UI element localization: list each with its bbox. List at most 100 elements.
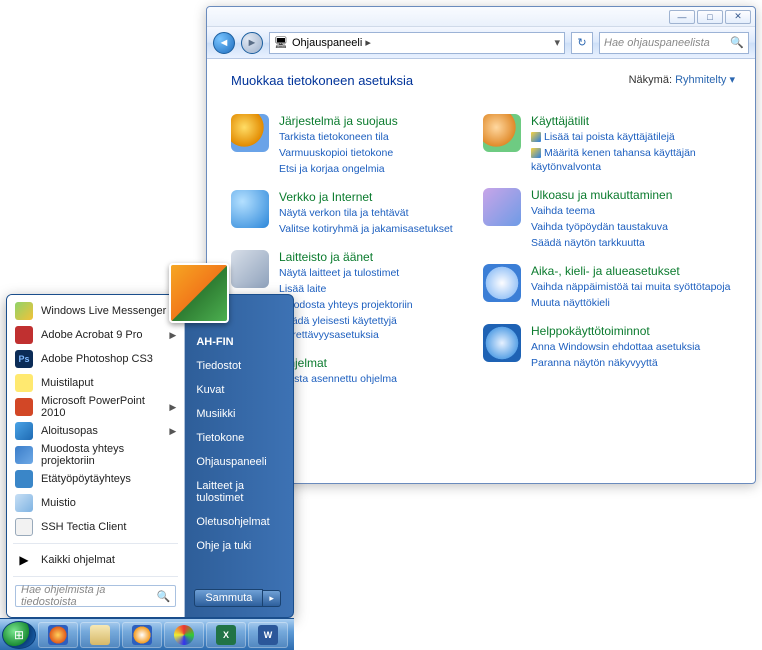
shutdown-button[interactable]: Sammuta: [194, 589, 263, 607]
start-item-label: SSH Tectia Client: [41, 521, 126, 533]
minimize-button[interactable]: —: [669, 10, 695, 24]
search-icon: 🔍: [157, 590, 171, 603]
start-search-box[interactable]: Hae ohjelmista ja tiedostoista🔍: [15, 585, 176, 607]
all-programs-icon: ▶: [15, 551, 33, 569]
cat-link[interactable]: Lisää laite: [279, 282, 483, 296]
start-right-pane: AH-FIN TiedostotKuvatMusiikkiTietokoneOh…: [184, 295, 293, 617]
cat-title[interactable]: Helppokäyttötoiminnot: [531, 324, 700, 338]
cat-users: Käyttäjätilit Lisää tai poista käyttäjät…: [483, 114, 735, 174]
breadcrumb[interactable]: 🖥 Ohjauspaneeli ▾: [269, 32, 565, 54]
cat-link[interactable]: Poista asennettu ohjelma: [279, 372, 397, 386]
forward-button[interactable]: ►: [241, 32, 263, 54]
taskbar: ⊞ X W: [0, 618, 294, 650]
taskbar-word[interactable]: W: [248, 622, 288, 648]
start-item[interactable]: Muodosta yhteys projektoriin: [7, 443, 184, 467]
appearance-icon: [483, 188, 521, 226]
start-left-pane: Windows Live Messenger Adobe Acrobat 9 Pr…: [7, 295, 184, 617]
taskbar-media-player[interactable]: [122, 622, 162, 648]
cat-link[interactable]: Lisää tai poista käyttäjätilejä: [531, 130, 735, 144]
cat-link[interactable]: Määritä kenen tahansa käyttäjän käytönva…: [531, 146, 735, 174]
cat-link[interactable]: Säädä näytön tarkkuutta: [531, 236, 672, 250]
start-right-link[interactable]: Kuvat: [194, 378, 283, 402]
view-selector: Näkymä: Ryhmitelty: [629, 73, 735, 86]
cat-link[interactable]: Varmuuskopioi tietokone: [279, 146, 398, 160]
view-mode-link[interactable]: Ryhmitelty: [675, 74, 735, 86]
cat-link[interactable]: Näytä verkon tila ja tehtävät: [279, 206, 453, 220]
all-programs-label: Kaikki ohjelmat: [41, 554, 115, 566]
cat-clock: Aika-, kieli- ja alueasetukset Vaihda nä…: [483, 264, 735, 310]
cat-link[interactable]: Muodosta yhteys projektoriin: [279, 298, 483, 312]
refresh-button[interactable]: ↻: [571, 32, 593, 54]
shutdown-more-button[interactable]: ▸: [263, 590, 281, 607]
start-item-label: Microsoft PowerPoint 2010: [41, 395, 161, 419]
back-button[interactable]: ◄: [213, 32, 235, 54]
cat-link[interactable]: Vaihda näppäimistöä tai muita syöttötapo…: [531, 280, 730, 294]
network-icon: [231, 190, 269, 228]
start-menu: Windows Live Messenger Adobe Acrobat 9 Pr…: [6, 294, 294, 618]
start-item[interactable]: Etätyöpöytäyhteys: [7, 467, 184, 491]
taskbar-paint[interactable]: [164, 622, 204, 648]
start-item[interactable]: Aloitusopas▶: [7, 419, 184, 443]
all-programs[interactable]: ▶ Kaikki ohjelmat: [7, 548, 184, 572]
shutdown-group: Sammuta ▸: [194, 587, 283, 609]
start-item-label: Muodosta yhteys projektoriin: [41, 443, 176, 467]
cat-title[interactable]: Järjestelmä ja suojaus: [279, 114, 398, 128]
cat-link[interactable]: Etsi ja korjaa ongelmia: [279, 162, 398, 176]
cat-link[interactable]: Tarkista tietokoneen tila: [279, 130, 398, 144]
acro-icon: [15, 326, 33, 344]
cat-network: Verkko ja Internet Näytä verkon tila ja …: [231, 190, 483, 236]
cat-link[interactable]: Näytä laitteet ja tulostimet: [279, 266, 483, 280]
breadcrumb-seg[interactable]: Ohjauspaneeli: [292, 36, 374, 49]
explorer-icon: [90, 625, 110, 645]
cat-title[interactable]: Verkko ja Internet: [279, 190, 453, 204]
cat-link[interactable]: Vaihda teema: [531, 204, 672, 218]
ppt-icon: [15, 398, 33, 416]
submenu-arrow-icon: ▶: [169, 402, 176, 413]
start-right-link[interactable]: Tiedostot: [194, 354, 283, 378]
cat-link[interactable]: Vaihda työpöydän taustakuva: [531, 220, 672, 234]
start-item[interactable]: Adobe Acrobat 9 Pro ▶: [7, 323, 184, 347]
start-item[interactable]: Microsoft PowerPoint 2010 ▶: [7, 395, 184, 419]
start-item[interactable]: Muistio: [7, 491, 184, 515]
taskbar-excel[interactable]: X: [206, 622, 246, 648]
cat-link[interactable]: Anna Windowsin ehdottaa asetuksia: [531, 340, 700, 354]
start-item-label: Muistio: [41, 497, 76, 509]
submenu-arrow-icon: ▶: [169, 330, 176, 341]
start-right-link[interactable]: Musiikki: [194, 402, 283, 426]
start-right-link[interactable]: Laitteet ja tulostimet: [194, 474, 283, 510]
shield-icon: [531, 132, 541, 142]
user-avatar[interactable]: [169, 263, 229, 323]
start-item[interactable]: Muistilaput: [7, 371, 184, 395]
control-panel-icon: 🖥: [274, 36, 288, 49]
cat-title[interactable]: Käyttäjätilit: [531, 114, 735, 128]
cat-title[interactable]: Laitteisto ja äänet: [279, 250, 483, 264]
start-item-label: Windows Live Messenger: [41, 305, 166, 317]
close-button[interactable]: ✕: [725, 10, 751, 24]
start-item[interactable]: PsAdobe Photoshop CS3: [7, 347, 184, 371]
cat-system-security: Järjestelmä ja suojaus Tarkista tietokon…: [231, 114, 483, 176]
cat-link[interactable]: Valitse kotiryhmä ja jakamisasetukset: [279, 222, 453, 236]
taskbar-firefox[interactable]: [38, 622, 78, 648]
taskbar-explorer[interactable]: [80, 622, 120, 648]
cat-title[interactable]: Aika-, kieli- ja alueasetukset: [531, 264, 730, 278]
user-name-link[interactable]: AH-FIN: [194, 330, 283, 354]
cat-link[interactable]: Paranna näytön näkyvyyttä: [531, 356, 700, 370]
search-box[interactable]: Hae ohjauspaneelista 🔍: [599, 32, 749, 54]
start-right-link[interactable]: Tietokone: [194, 426, 283, 450]
mediaplayer-icon: [132, 625, 152, 645]
cat-title[interactable]: Ohjelmat: [279, 356, 397, 370]
start-item[interactable]: Windows Live Messenger: [7, 299, 184, 323]
breadcrumb-dropdown-icon[interactable]: ▾: [554, 36, 560, 49]
toolbar: ◄ ► 🖥 Ohjauspaneeli ▾ ↻ Hae ohjauspaneel…: [207, 27, 755, 59]
start-item-label: Adobe Acrobat 9 Pro: [41, 329, 143, 341]
start-right-link[interactable]: Ohje ja tuki: [194, 534, 283, 558]
start-item[interactable]: SSH Tectia Client: [7, 515, 184, 539]
start-orb[interactable]: ⊞: [2, 621, 36, 649]
cat-link[interactable]: Muuta näyttökieli: [531, 296, 730, 310]
cat-title[interactable]: Ulkoasu ja mukauttaminen: [531, 188, 672, 202]
cat-link[interactable]: Säädä yleisesti käytettyjä siirrettävyys…: [279, 314, 483, 342]
maximize-button[interactable]: □: [697, 10, 723, 24]
start-right-link[interactable]: Oletusohjelmat: [194, 510, 283, 534]
users-icon: [483, 114, 521, 152]
start-right-link[interactable]: Ohjauspaneeli: [194, 450, 283, 474]
